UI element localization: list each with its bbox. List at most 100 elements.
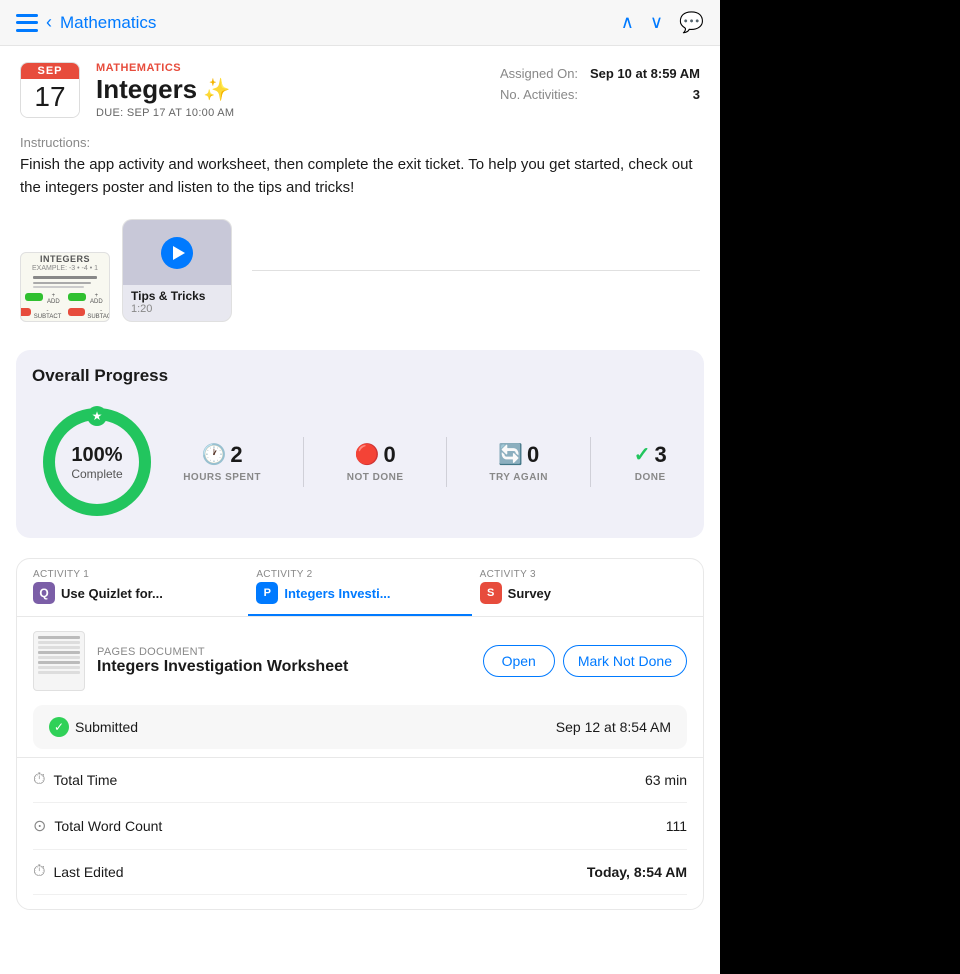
word-count-label-row: ⊙ Total Word Count — [33, 816, 162, 836]
activities-section: ACTIVITY 1 Q Use Quizlet for... ACTIVITY… — [16, 558, 704, 910]
doc-actions: Open Mark Not Done — [483, 645, 687, 677]
word-count-row: ⊙ Total Word Count 111 — [33, 803, 687, 850]
comment-icon[interactable]: 💬 — [679, 10, 704, 35]
not-done-value-row: 🔴 0 — [355, 442, 396, 468]
last-edited-label-row: ⏱ Last Edited — [33, 863, 124, 881]
tab-3-icon-title: S Survey — [480, 582, 687, 604]
submitted-badge: ✓ Submitted — [49, 717, 138, 737]
survey-app-icon: S — [480, 582, 502, 604]
last-edited-label: Last Edited — [53, 864, 123, 880]
total-time-label: Total Time — [53, 772, 117, 788]
pages-app-icon: P — [256, 582, 278, 604]
sidebar-toggle-icon[interactable] — [16, 14, 38, 32]
calendar-month: SEP — [21, 63, 79, 79]
due-date: DUE: SEP 17 AT 10:00 AM — [96, 107, 484, 119]
not-done-value: 0 — [383, 442, 395, 468]
tab-3-title: Survey — [508, 586, 551, 601]
submitted-check-icon: ✓ — [49, 717, 69, 737]
activity-detail: PAGES DOCUMENT Integers Investigation Wo… — [17, 617, 703, 909]
integers-poster-attachment[interactable]: INTEGERS EXAMPLE: -3 • -4 • 1 + ADD + AD… — [20, 252, 110, 322]
try-again-icon: 🔄 — [498, 442, 523, 467]
done-stat: ✓ 3 DONE — [634, 442, 667, 483]
video-title: Tips & Tricks — [131, 289, 223, 303]
activities-label: No. Activities: — [500, 87, 578, 102]
video-thumbnail — [123, 220, 231, 285]
last-edited-icon: ⏱ — [33, 863, 45, 881]
not-done-label: NOT DONE — [347, 472, 404, 483]
total-time-icon: ⏱ — [33, 771, 45, 789]
main-panel: ‹ Mathematics ∧ ∨ 💬 SEP 17 MATHEMATICS I… — [0, 0, 720, 974]
total-time-label-row: ⏱ Total Time — [33, 771, 117, 789]
nav-right: ∧ ∨ 💬 — [621, 10, 704, 35]
tab-2-title: Integers Investi... — [284, 586, 390, 601]
instructions-section: Instructions: Finish the app activity an… — [0, 135, 720, 211]
last-edited-value: Today, 8:54 AM — [587, 864, 687, 880]
clock-icon: 🕐 — [201, 442, 226, 467]
hours-spent-stat: 🕐 2 HOURS SPENT — [183, 442, 261, 483]
svg-text:★: ★ — [92, 409, 103, 423]
stat-divider-2 — [446, 437, 447, 487]
activities-tabs: ACTIVITY 1 Q Use Quizlet for... ACTIVITY… — [17, 559, 703, 617]
donut-chart: ★ 100% Complete — [32, 402, 162, 522]
tab-activity-3[interactable]: ACTIVITY 3 S Survey — [472, 559, 695, 616]
try-again-stat: 🔄 0 TRY AGAIN — [489, 442, 548, 483]
nav-back-label[interactable]: Mathematics — [60, 13, 156, 33]
subject-label: MATHEMATICS — [96, 62, 484, 74]
doc-row: PAGES DOCUMENT Integers Investigation Wo… — [33, 631, 687, 691]
assignment-title: Integers ✨ — [96, 74, 484, 105]
calendar-icon: SEP 17 — [20, 62, 80, 118]
activities-value: 3 — [693, 87, 700, 102]
word-count-label: Total Word Count — [54, 818, 162, 834]
video-info: Tips & Tricks 1:20 — [123, 285, 231, 321]
last-edited-row: ⏱ Last Edited Today, 8:54 AM — [33, 850, 687, 895]
tab-1-title: Use Quizlet for... — [61, 586, 163, 601]
done-value: 3 — [655, 442, 667, 468]
sparkle-icon: ✨ — [203, 77, 230, 103]
attachments-row: INTEGERS EXAMPLE: -3 • -4 • 1 + ADD + AD… — [0, 211, 720, 338]
progress-title: Overall Progress — [32, 366, 688, 386]
try-again-label: TRY AGAIN — [489, 472, 548, 483]
done-label: DONE — [635, 472, 666, 483]
try-again-value-row: 🔄 0 — [498, 442, 539, 468]
assigned-on-row: Assigned On: Sep 10 at 8:59 AM — [500, 66, 700, 81]
quizlet-app-icon: Q — [33, 582, 55, 604]
back-arrow-icon[interactable]: ‹ — [46, 12, 52, 33]
down-chevron-icon[interactable]: ∨ — [650, 12, 663, 33]
open-button[interactable]: Open — [483, 645, 555, 677]
assignment-header: SEP 17 MATHEMATICS Integers ✨ DUE: SEP 1… — [0, 46, 720, 135]
progress-section: Overall Progress ★ 100% Complete — [16, 350, 704, 538]
tab-activity-1[interactable]: ACTIVITY 1 Q Use Quizlet for... — [25, 559, 248, 616]
submitted-time: Sep 12 at 8:54 AM — [556, 719, 671, 735]
tab-activity-2[interactable]: ACTIVITY 2 P Integers Investi... — [248, 559, 471, 616]
doc-type: PAGES DOCUMENT — [97, 646, 471, 658]
video-duration: 1:20 — [131, 303, 223, 315]
submission-row: ✓ Submitted Sep 12 at 8:54 AM — [33, 705, 687, 749]
calendar-day: 17 — [21, 79, 79, 117]
word-count-value: 111 — [666, 818, 687, 834]
assignment-meta: Assigned On: Sep 10 at 8:59 AM No. Activ… — [500, 62, 700, 102]
donut-percent: 100% — [71, 444, 122, 467]
hours-spent-label: HOURS SPENT — [183, 472, 261, 483]
done-check-icon: ✓ — [634, 442, 651, 467]
hours-spent-value-row: 🕐 2 — [201, 442, 242, 468]
donut-center: 100% Complete — [71, 444, 122, 481]
total-time-row: ⏱ Total Time 63 min — [33, 758, 687, 803]
nav-left: ‹ Mathematics — [16, 12, 156, 33]
tips-tricks-video-attachment[interactable]: Tips & Tricks 1:20 — [122, 219, 232, 322]
info-rows: ⏱ Total Time 63 min ⊙ Total Word Count 1… — [17, 757, 703, 895]
tab-2-num: ACTIVITY 2 — [256, 569, 463, 580]
stats-row: 🕐 2 HOURS SPENT 🔴 0 NOT DONE 🔄 — [162, 437, 688, 487]
not-done-stat: 🔴 0 NOT DONE — [347, 442, 404, 483]
progress-content: ★ 100% Complete 🕐 2 HOURS SPENT — [32, 402, 688, 522]
instructions-label: Instructions: — [20, 135, 700, 150]
tab-2-icon-title: P Integers Investi... — [256, 582, 463, 604]
instructions-text: Finish the app activity and worksheet, t… — [20, 154, 700, 199]
mark-not-done-button[interactable]: Mark Not Done — [563, 645, 687, 677]
stat-divider-1 — [303, 437, 304, 487]
done-value-row: ✓ 3 — [634, 442, 667, 468]
tab-1-icon-title: Q Use Quizlet for... — [33, 582, 240, 604]
try-again-value: 0 — [527, 442, 539, 468]
up-chevron-icon[interactable]: ∧ — [621, 12, 634, 33]
play-button-icon[interactable] — [161, 237, 193, 269]
tab-1-num: ACTIVITY 1 — [33, 569, 240, 580]
